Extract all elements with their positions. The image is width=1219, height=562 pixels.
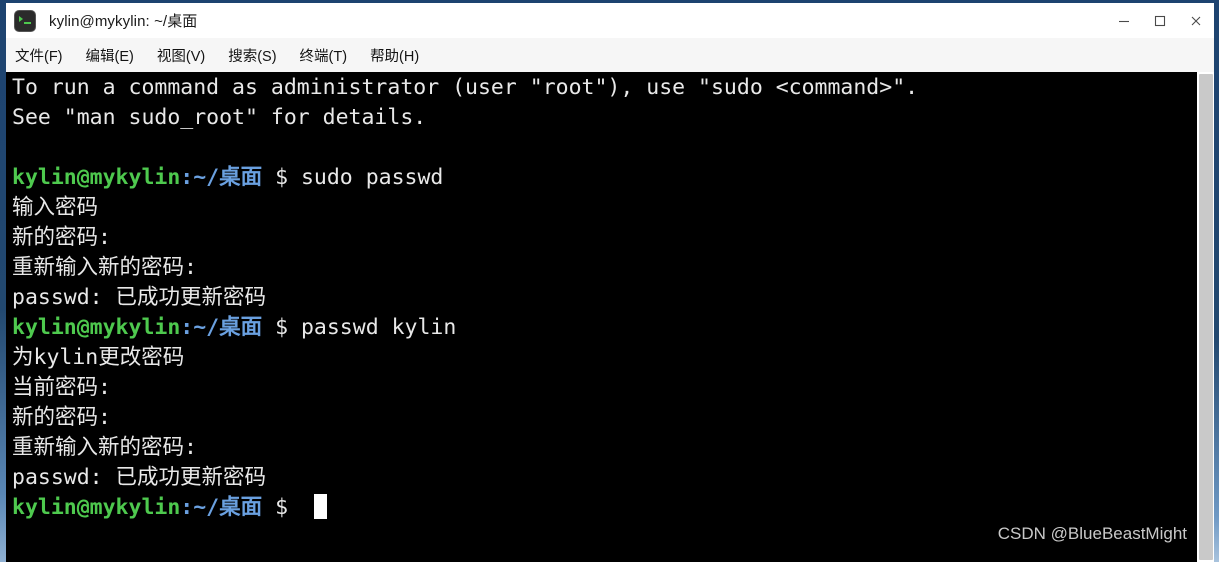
terminal-command: passwd kylin <box>300 315 457 340</box>
terminal-prompt-line: kylin@mykylin:~/桌面 $ passwd kylin <box>12 313 918 343</box>
terminal-output-area[interactable]: To run a command as administrator (user … <box>6 72 1197 562</box>
title-bar[interactable]: kylin@mykylin: ~/桌面 <box>6 3 1214 38</box>
terminal-output-line: 输入密码 <box>12 195 99 220</box>
prompt-symbol: $ <box>262 315 301 340</box>
terminal-command: sudo passwd <box>300 165 444 190</box>
window-border-right <box>1214 0 1219 562</box>
menu-bar: 文件(F) 编辑(E) 视图(V) 搜索(S) 终端(T) 帮助(H) <box>6 38 1214 72</box>
terminal-output-line: passwd: 已成功更新密码 <box>12 285 267 310</box>
watermark: CSDN @BlueBeastMight <box>997 524 1187 543</box>
prompt-path: :~/桌面 <box>180 495 263 520</box>
menu-item-file[interactable]: 文件(F) <box>15 45 63 66</box>
terminal-output-line: To run a command as administrator (user … <box>12 75 919 100</box>
terminal-output-line: 当前密码: <box>12 375 111 400</box>
terminal-prompt-line: kylin@mykylin:~/桌面 $ <box>12 493 918 523</box>
menu-item-help[interactable]: 帮助(H) <box>370 45 419 66</box>
menu-item-search[interactable]: 搜索(S) <box>228 45 276 66</box>
terminal-output-line: 重新输入新的密码: <box>12 435 197 460</box>
terminal-output-line: passwd: 已成功更新密码 <box>12 465 267 490</box>
window-controls <box>1106 3 1214 38</box>
prompt-path: :~/桌面 <box>180 165 263 190</box>
terminal-output-line: 重新输入新的密码: <box>12 255 197 280</box>
prompt-path: :~/桌面 <box>180 315 263 340</box>
prompt-symbol: $ <box>262 165 301 190</box>
terminal-output-line: See "man sudo_root" for details. <box>12 105 427 130</box>
terminal-output-line: 为kylin更改密码 <box>12 345 185 370</box>
prompt-user: kylin@mykylin <box>12 165 181 190</box>
close-button[interactable] <box>1178 3 1214 38</box>
scrollbar-thumb[interactable] <box>1199 74 1213 560</box>
text-cursor <box>313 494 327 519</box>
minimize-button[interactable] <box>1106 3 1142 38</box>
maximize-button[interactable] <box>1142 3 1178 38</box>
terminal-prompt-line: kylin@mykylin:~/桌面 $ sudo passwd <box>12 163 918 193</box>
terminal-text: To run a command as administrator (user … <box>12 73 918 523</box>
terminal-icon <box>14 9 36 32</box>
window-title: kylin@mykylin: ~/桌面 <box>49 13 198 30</box>
menu-item-terminal[interactable]: 终端(T) <box>300 45 348 66</box>
prompt-user: kylin@mykylin <box>12 315 181 340</box>
menu-item-view[interactable]: 视图(V) <box>157 45 205 66</box>
terminal-window: kylin@mykylin: ~/桌面 文件(F) 编辑(E) 视图(V) 搜索… <box>0 0 1219 562</box>
prompt-user: kylin@mykylin <box>12 495 181 520</box>
prompt-symbol: $ <box>262 495 301 520</box>
terminal-output-line: 新的密码: <box>12 225 111 250</box>
terminal-output-line: 新的密码: <box>12 405 111 430</box>
menu-item-edit[interactable]: 编辑(E) <box>86 45 134 66</box>
